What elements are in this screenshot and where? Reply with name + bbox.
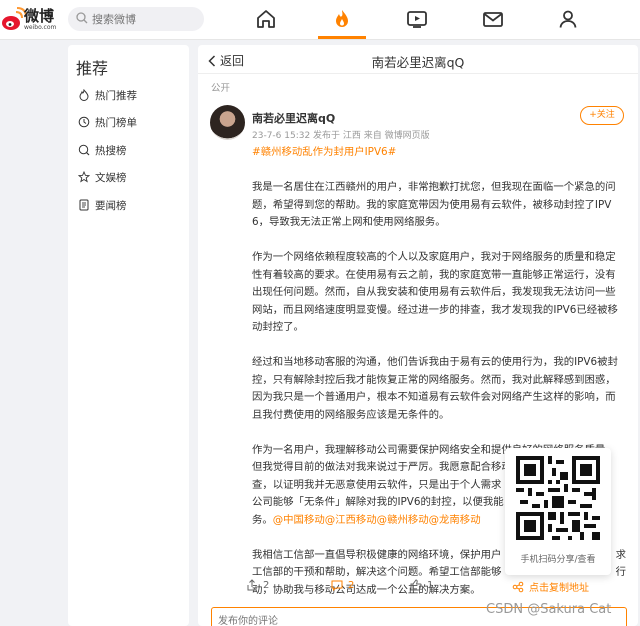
follow-button[interactable]: +关注: [580, 106, 624, 125]
paragraph: 公司能够「无条件」解除对我的IPV6的封控，以便我能: [252, 496, 504, 508]
search-icon: [76, 12, 88, 24]
comment-icon: [331, 580, 343, 591]
sidebar-item-label: 文娱榜: [95, 171, 127, 184]
visibility-label: 公开: [211, 83, 231, 94]
flame-icon: [79, 89, 89, 101]
action-bar: 2 2 1 点击复制地址: [198, 573, 638, 599]
paragraph: 我相信工信部一直倡导积极健康的网络环境，保护用户: [252, 548, 502, 561]
message-icon[interactable]: [482, 8, 504, 30]
qr-caption: 手机扫码分享/查看: [520, 555, 596, 565]
link-icon: [512, 581, 524, 592]
divider: [198, 73, 638, 74]
share-icon: [247, 579, 257, 591]
paragraph: 我是一名居住在江西赣州的用户，非常抱歉打扰您，但我现在面临一个紧急的问题，希望得…: [252, 181, 616, 228]
sidebar-item-hot-list[interactable]: 热门榜单: [78, 112, 137, 132]
back-label: 返回: [220, 54, 245, 68]
active-tab-indicator: [318, 36, 366, 39]
sidebar-item-news[interactable]: 要闻榜: [78, 195, 127, 215]
home-icon[interactable]: [255, 8, 277, 30]
logo-subtext: weibo.com: [24, 24, 57, 31]
topic-link[interactable]: #赣州移动乱作为封用户IPV6#: [252, 144, 626, 162]
profile-icon[interactable]: [557, 8, 579, 30]
like-count: 1: [427, 579, 434, 591]
page-title: 南若必里迟离qQ: [371, 55, 465, 70]
paragraph: 查，以证明我并无恶意使用云软件，只是出于个人需求: [252, 478, 502, 491]
paragraph: 经过和当地移动客服的沟通，他们告诉我由于易有云的使用行为，我的IPV6被封控，只…: [252, 356, 618, 421]
paragraph: 务。: [252, 513, 273, 526]
qr-code-icon: [516, 456, 600, 540]
search-box[interactable]: [68, 7, 204, 31]
watermark: CSDN @Sakura Cat: [486, 602, 612, 617]
sidebar-title: 推荐: [76, 59, 109, 78]
paragraph: 作为一个网络依赖程度较高的个人以及家庭用户，我对于网络服务的质量和稳定性有着较高…: [252, 251, 618, 333]
video-icon[interactable]: [406, 8, 428, 30]
clock-icon: [78, 116, 90, 128]
share-button[interactable]: 2: [246, 579, 269, 591]
author-name[interactable]: 南若必里迟离qQ: [252, 110, 335, 126]
copy-link-button[interactable]: 点击复制地址: [512, 579, 589, 594]
sidebar-item-label: 热门榜单: [95, 116, 137, 129]
avatar[interactable]: [210, 105, 245, 140]
qr-share-card: 手机扫码分享/查看: [505, 448, 611, 575]
comment-button[interactable]: 2: [331, 579, 354, 591]
share-count: 2: [263, 579, 270, 591]
sidebar-item-label: 要闻榜: [95, 199, 127, 212]
sidebar-item-label: 热门推荐: [95, 89, 137, 102]
sidebar-item-hot-search[interactable]: 热搜榜: [78, 140, 127, 160]
star-icon: [78, 171, 90, 183]
thumbs-up-icon: [410, 579, 422, 591]
mentions-link[interactable]: @中国移动@江西移动@赣州移动@龙南移动: [273, 514, 481, 526]
comment-count: 2: [348, 579, 355, 591]
sidebar-item-label: 热搜榜: [95, 144, 127, 157]
logo-text: 微博: [24, 7, 55, 25]
doc-icon: [79, 199, 89, 211]
like-button[interactable]: 1: [410, 579, 433, 591]
chevron-left-icon: [208, 54, 216, 67]
search-icon: [78, 144, 90, 156]
hot-icon[interactable]: [331, 8, 353, 30]
search-input[interactable]: [92, 9, 198, 29]
paragraph-tail: 求: [615, 548, 626, 561]
copy-link-label: 点击复制地址: [529, 583, 589, 594]
post-meta: 23-7-6 15:32 发布于 江西 来自 微博网页版: [252, 131, 430, 141]
back-button[interactable]: 返回: [208, 52, 244, 69]
sidebar-item-entertainment[interactable]: 文娱榜: [78, 167, 127, 187]
top-bar: 微博 weibo.com: [0, 0, 640, 40]
sidebar-item-hot-recommend[interactable]: 热门推荐: [78, 85, 137, 105]
sidebar: 推荐 热门推荐 热门榜单 热搜榜 文娱榜 要闻榜: [68, 45, 189, 626]
